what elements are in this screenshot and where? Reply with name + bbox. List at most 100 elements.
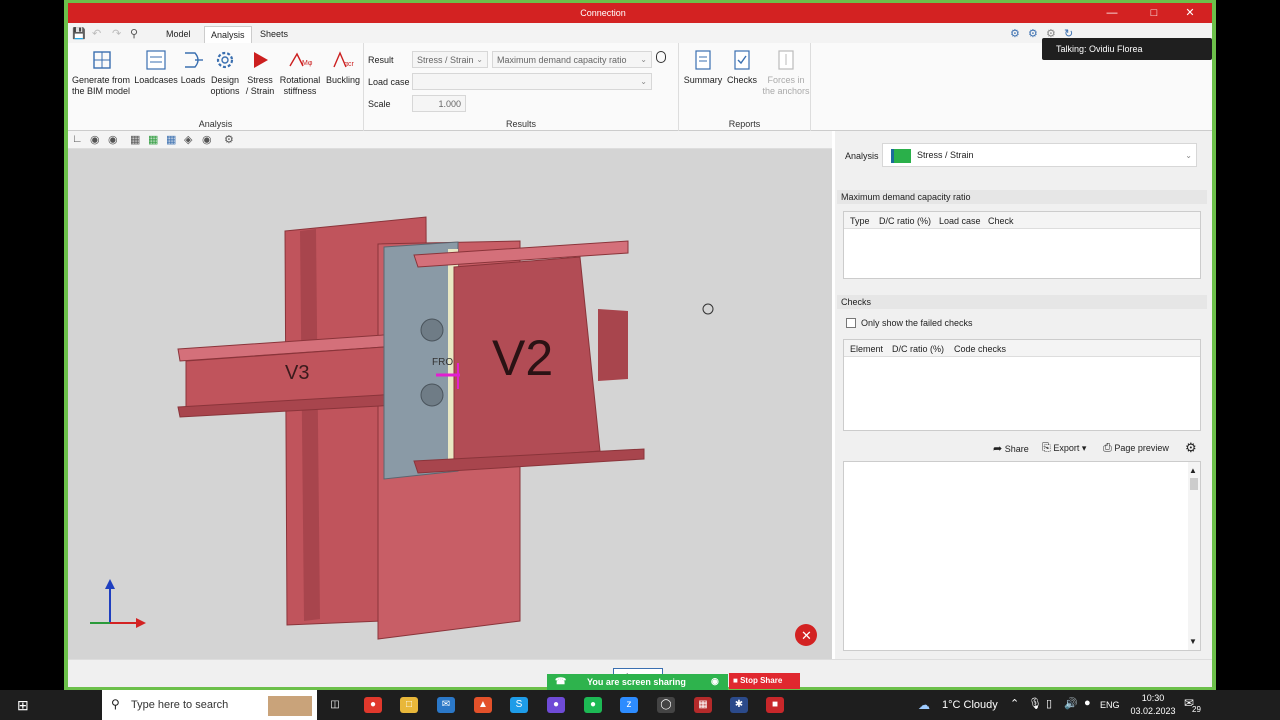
scrollbar[interactable]: ▲ ▼: [1188, 462, 1200, 650]
redo-icon[interactable]: ↷: [112, 27, 121, 40]
checks-table-header: Element D/C ratio (%) Code checks: [844, 340, 1200, 357]
task-view-icon[interactable]: ◫: [326, 697, 344, 713]
volume-icon[interactable]: 🔊: [1064, 697, 1078, 710]
column-header[interactable]: Check: [988, 216, 1014, 226]
column-header[interactable]: Type: [850, 216, 870, 226]
loadcase-select[interactable]: ⌄: [412, 73, 652, 90]
zoom-icon[interactable]: z: [620, 697, 638, 713]
grid-view-icon[interactable]: ▦: [148, 133, 158, 146]
chevron-down-icon[interactable]: ▼: [1189, 637, 1197, 646]
analysis-select[interactable]: Stress / Strain ⌄: [882, 143, 1197, 167]
chevron-down-icon: ⌄: [476, 55, 483, 64]
skype-icon[interactable]: S: [510, 697, 528, 713]
report-preview[interactable]: ▲ ▼: [843, 461, 1201, 651]
weather-text[interactable]: 1°C Cloudy: [942, 699, 998, 711]
scrollbar-thumb[interactable]: [1190, 478, 1198, 490]
save-icon[interactable]: 💾: [72, 27, 86, 40]
checks-button[interactable]: Checks: [725, 49, 759, 86]
microphone-icon[interactable]: 🎙: [1028, 697, 1042, 710]
tab-model[interactable]: Model: [160, 26, 197, 43]
member-label-v2: V2: [492, 330, 553, 386]
maximize-button[interactable]: □: [1146, 5, 1162, 21]
chevron-up-icon[interactable]: ⌃: [1010, 697, 1019, 710]
export-button[interactable]: ⎘ Export ▾: [1042, 442, 1086, 455]
generate-from-bim-button[interactable]: Generate from the BIM model: [70, 49, 132, 97]
column-header[interactable]: Code checks: [954, 344, 1006, 354]
eye-icon[interactable]: ◉: [108, 133, 118, 146]
design-options-button[interactable]: Design options: [208, 49, 242, 97]
scale-label: Scale: [368, 99, 391, 109]
ribbon-group-analysis: Generate from the BIM model Loadcases Loa…: [68, 43, 364, 131]
language-indicator[interactable]: ENG: [1100, 700, 1120, 710]
brave-icon[interactable]: ▲: [474, 697, 492, 713]
loads-button[interactable]: Loads: [179, 49, 207, 86]
idea-statica-icon[interactable]: ■: [766, 697, 784, 713]
stress-strain-button[interactable]: Stress / Strain: [244, 49, 276, 97]
tab-analysis[interactable]: Analysis: [204, 26, 252, 43]
talking-indicator: Talking: Ovidiu Florea: [1042, 38, 1212, 60]
model-viewport[interactable]: V3 V2 FRO ✕: [68, 149, 832, 659]
dc-table: Type D/C ratio (%) Load case Check: [843, 211, 1201, 279]
app-icon[interactable]: ▦: [694, 697, 712, 713]
chrome-icon[interactable]: ●: [364, 697, 382, 713]
windows-start-icon[interactable]: ⊞: [17, 697, 29, 714]
buckling-button[interactable]: αcr Buckling: [324, 49, 362, 86]
summary-button[interactable]: Summary: [681, 49, 725, 86]
undo-icon[interactable]: ↶: [92, 27, 101, 40]
battery-icon[interactable]: ▯: [1046, 697, 1052, 710]
column-header[interactable]: D/C ratio (%): [892, 344, 944, 354]
checks-icon: [734, 50, 750, 70]
clock-time: 10:30: [1141, 693, 1165, 703]
only-failed-label: Only show the failed checks: [861, 318, 973, 328]
tab-sheets[interactable]: Sheets: [254, 26, 294, 43]
rotational-stiffness-button[interactable]: Mφ Rotational stiffness: [278, 49, 322, 97]
minimize-button[interactable]: —: [1104, 5, 1120, 21]
gear-icon[interactable]: ⚙: [1185, 440, 1197, 456]
taskbar-search[interactable]: ⚲ Type here to search: [102, 690, 317, 720]
cloud-icon: ☁: [918, 698, 930, 712]
connection-model[interactable]: V3 V2 FRO ✕: [68, 149, 832, 659]
clock[interactable]: 10:30 03.02.2023: [1130, 693, 1176, 716]
grid-view-icon[interactable]: ▦: [166, 133, 176, 146]
bim-model-icon: [93, 51, 111, 69]
view-tool-icon[interactable]: ⚙: [1010, 27, 1020, 40]
chevron-up-icon[interactable]: ▲: [1189, 466, 1197, 475]
column-header[interactable]: D/C ratio (%): [879, 216, 931, 226]
spotify-icon[interactable]: ●: [584, 697, 602, 713]
view-tool-icon[interactable]: ⚙: [1028, 27, 1038, 40]
folder-icon[interactable]: □: [400, 697, 418, 713]
export-icon: ⎘: [1042, 442, 1051, 454]
search-icon[interactable]: ⚲: [130, 27, 138, 40]
app-window: Connection — □ ✕ 💾 ↶ ↷ ⚲ Model Analysis …: [68, 3, 1212, 687]
share-button[interactable]: ➦ Share: [993, 442, 1029, 455]
close-button[interactable]: ✕: [1182, 5, 1198, 21]
column-header[interactable]: Element: [850, 344, 883, 354]
view-toolbar: ∟ ◉ ◉ ▦ ▦ ▦ ◈ ◉ ⚙: [68, 131, 832, 149]
network-icon[interactable]: ●: [1084, 697, 1091, 709]
search-icon: ⚲: [111, 697, 120, 711]
mail-icon[interactable]: ✉: [437, 697, 455, 713]
page-preview-button[interactable]: ⎙ Page preview: [1103, 442, 1169, 455]
scale-input[interactable]: 1.000: [412, 95, 466, 112]
member-label-v3: V3: [285, 362, 309, 384]
loadcases-button[interactable]: Loadcases: [134, 49, 178, 86]
axis-view-icon[interactable]: ∟: [72, 133, 83, 145]
cube-icon[interactable]: ◈: [184, 133, 192, 146]
result-options-icon[interactable]: [656, 51, 666, 63]
side-panel: Analysis Stress / Strain ⌄ Maximum deman…: [835, 131, 1212, 659]
result-detail-select[interactable]: Maximum demand capacity ratio ⌄: [492, 51, 652, 68]
settings-icon[interactable]: ⚙: [224, 133, 234, 146]
app-icon[interactable]: ◯: [657, 697, 675, 713]
app-icon[interactable]: ✱: [730, 697, 748, 713]
result-select[interactable]: Stress / Strain ⌄: [412, 51, 488, 68]
only-failed-checkbox[interactable]: [846, 318, 856, 328]
loads-icon: [185, 52, 203, 68]
hide-icon[interactable]: ◉: [202, 133, 212, 146]
forces-in-anchors-button[interactable]: Forces in the anchors: [761, 49, 811, 97]
column-header[interactable]: Load case: [939, 216, 981, 226]
shield-icon: ◉: [711, 676, 719, 686]
stop-share-button[interactable]: ■ Stop Share: [729, 673, 800, 689]
grid-view-icon[interactable]: ▦: [130, 133, 140, 146]
app-icon[interactable]: ●: [547, 697, 565, 713]
eye-icon[interactable]: ◉: [90, 133, 100, 146]
